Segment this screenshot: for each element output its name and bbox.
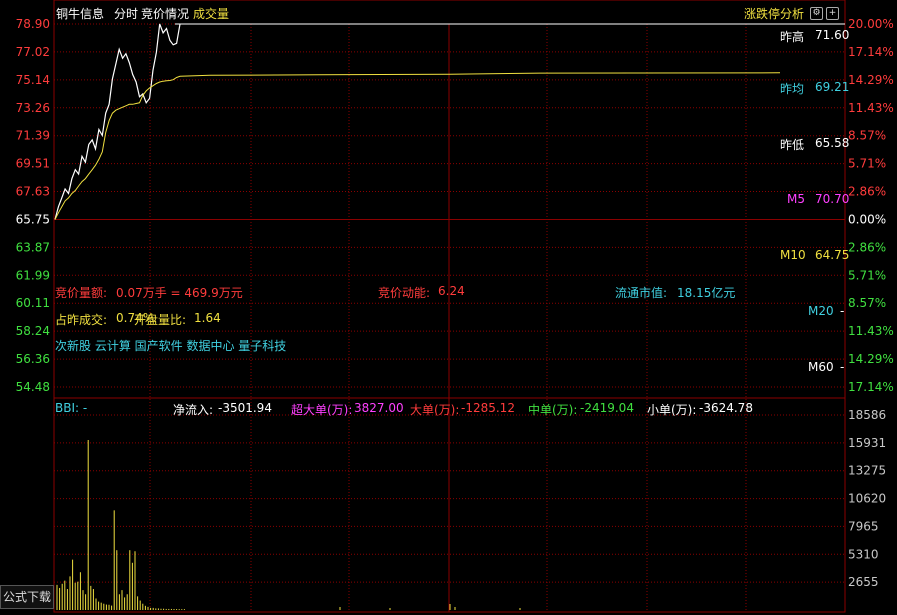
price-line [54,23,181,220]
price-tick-label: 60.11 [16,296,50,310]
pct-tick-label: 8.57% [848,296,886,310]
pct-tick-label: 14.29% [848,352,894,366]
m60-label: M60 [808,360,834,374]
limit-analysis-button[interactable]: 涨跌停分析 [744,5,804,22]
m20-label: M20 [808,304,834,318]
pct-tick-label: 5.71% [848,157,886,171]
net-inflow-value: -3501.94 [218,401,272,415]
m10-value: 64.75 [815,248,850,262]
formula-download-button[interactable]: 公式下载 [0,585,54,609]
zuojun-label: 昨均 [780,82,805,96]
price-tick-label: 63.87 [16,240,50,254]
super-order-value: 3827.00 [354,401,404,415]
m5-value: 70.70 [815,192,850,206]
gear-icon[interactable]: ⚙ [810,7,823,20]
small-order-value: -3624.78 [699,401,753,415]
price-tick-label: 54.48 [16,380,50,394]
zuodi-label: 昨低 [780,138,805,152]
price-tick-label: 78.90 [16,17,50,31]
price-tick-label: 58.24 [16,324,50,338]
m5-label: M5 [787,192,805,206]
bbi-label: BBI: - [55,401,88,415]
concept-tags[interactable]: 次新股 云计算 国产软件 数据中心 量子科技 [55,337,286,354]
price-tick-label: 65.75 [16,212,50,226]
intraday-chart[interactable]: 78.90 20.00% 77.02 17.14% 75.14 14.29% 73.26 11… [0,0,897,615]
volume-tick-label: 18586 [848,408,886,422]
volume-tick-label: 2655 [848,575,879,589]
volume-tick-label: 5310 [848,547,879,561]
mid-order-label: 中单(万): [528,403,578,417]
m10-label: M10 [780,248,806,262]
zuodi-value: 65.58 [815,136,850,150]
big-order-value: -1285.12 [461,401,515,415]
zuojun-value: 69.21 [815,80,850,94]
price-tick-label: 69.51 [16,157,50,171]
plus-icon[interactable]: + [826,7,839,20]
avg-price-line [54,72,781,220]
tab-fenshi[interactable]: 分时 [114,5,138,22]
pct-tick-label: 0.00% [848,212,886,226]
open-ratio-label: 开盘量比: [134,313,187,327]
pct-tick-label: 2.86% [848,185,886,199]
stock-name: 铜牛信息 [56,7,105,21]
auction-amount-label: 竞价量额: [55,286,108,300]
price-tick-label: 67.63 [16,185,50,199]
price-tick-label: 75.14 [16,73,50,87]
mktcap-label: 流通市值: [615,286,668,300]
auction-amount-value: 0.07万手 = 469.9万元 [116,286,243,300]
price-tick-label: 56.36 [16,352,50,366]
net-inflow-label: 净流入: [173,403,214,417]
price-tick-label: 71.39 [16,129,50,143]
zuogao-value: 71.60 [815,28,850,42]
price-tick-label: 77.02 [16,45,50,59]
m20-value: - [840,304,845,318]
tab-jingjia[interactable]: 竞价情况 [141,5,189,22]
volume-tick-label: 10620 [848,492,886,506]
price-tick-label: 73.26 [16,101,50,115]
small-order-label: 小单(万): [647,403,697,417]
pct-tick-label: 5.71% [848,268,886,282]
zuogao-label: 昨高 [780,30,805,44]
pct-tick-label: 8.57% [848,129,886,143]
auction-momentum-label: 竞价动能: [378,286,431,300]
pct-tick-label: 17.14% [848,45,894,59]
mktcap-value: 18.15亿元 [677,286,736,300]
price-tick-label: 61.99 [16,268,50,282]
prev-ratio-label: 占昨成交: [55,313,108,327]
volume-tick-label: 15931 [848,436,886,450]
mid-order-value: -2419.04 [580,401,634,415]
pct-tick-label: 14.29% [848,73,894,87]
open-ratio-value: 1.64 [194,311,221,325]
big-order-label: 大单(万): [410,403,460,417]
volume-tick-label: 7965 [848,519,879,533]
super-order-label: 超大单(万): [291,403,353,417]
pct-tick-label: 11.43% [848,101,894,115]
pct-tick-label: 20.00% [848,17,894,31]
pct-tick-label: 17.14% [848,380,894,394]
pct-tick-label: 11.43% [848,324,894,338]
auction-momentum-value: 6.24 [438,284,465,298]
volume-tick-label: 13275 [848,464,886,478]
tab-volume[interactable]: 成交量 [193,5,229,22]
pct-tick-label: 2.86% [848,240,886,254]
m60-value: - [840,360,845,374]
